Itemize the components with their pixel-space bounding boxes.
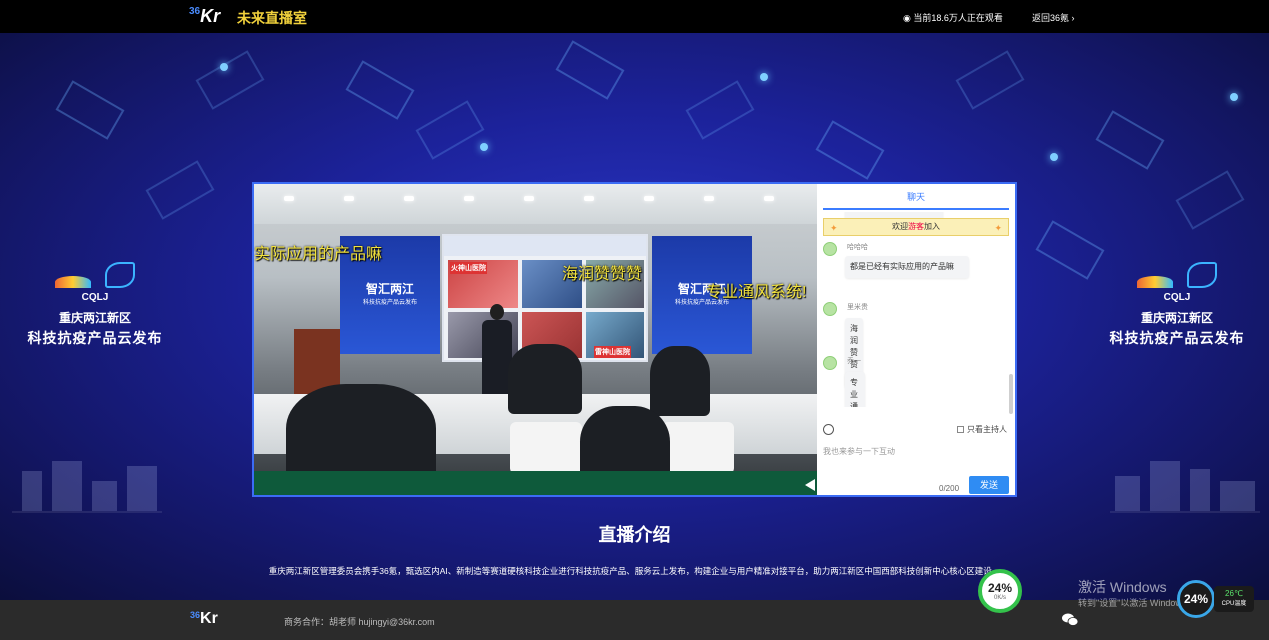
hexagon-decoration <box>195 50 265 110</box>
collapse-arrow-icon[interactable] <box>805 479 815 491</box>
chair <box>510 422 582 474</box>
danmaku-comment: 海润赞赞赞 <box>562 266 643 283</box>
district-title: 重庆两江新区 <box>1140 311 1213 325</box>
36kr-logo[interactable]: 36Kr <box>190 610 218 628</box>
celebration-icon: ✦ <box>994 223 1002 233</box>
glow-dot <box>1050 153 1058 161</box>
carpet <box>254 471 817 495</box>
glow-dot <box>760 73 768 81</box>
36kr-logo[interactable]: 36Kr <box>189 6 220 27</box>
glow-dot <box>1230 93 1238 101</box>
emoji-icon[interactable] <box>823 424 834 435</box>
hexagon-decoration <box>415 100 485 160</box>
checkbox-icon <box>957 426 964 433</box>
hexagon-decoration <box>55 80 125 140</box>
viewer-count: ◉ 当前18.6万人正在观看 <box>903 13 1003 23</box>
avatar <box>823 242 837 256</box>
celebration-icon: ✦ <box>830 223 838 233</box>
hexagon-decoration <box>555 40 625 100</box>
video-stream[interactable]: 智汇两江 科技抗疫产品云发布 火神山医院 雷神山医院 智汇两江 科技抗疫产品云发布 … <box>254 184 817 495</box>
chat-panel: 聊天 哈哈哈 都是已经有实际应用的产品嘛 里米贵 海润赞赞赞 乔一 专业通风系统… <box>817 184 1015 495</box>
danmaku-comment: 实际应用的产品嘛 <box>254 246 383 263</box>
ceiling <box>254 184 817 224</box>
hexagon-decoration <box>955 50 1025 110</box>
district-title: 重庆两江新区 <box>58 311 131 325</box>
cqlj-logo <box>1092 248 1262 288</box>
back-to-36kr-link[interactable]: 返回36氪 › <box>1032 11 1075 24</box>
intro-body: 重庆两江新区管理委员会携手36氪，甄选区内AI、新制造等赛道硬核科技企业进行科技… <box>268 566 1001 576</box>
business-cooperation: 商务合作：胡老师 hujingyi@36kr.com <box>284 617 435 627</box>
eye-icon: ◉ <box>903 13 914 23</box>
stage-screen-center: 火神山医院 雷神山医院 <box>442 234 648 362</box>
hexagon-decoration <box>1095 110 1165 170</box>
avatar <box>823 302 837 316</box>
glow-dot <box>220 63 228 71</box>
skyline-decoration <box>1110 453 1260 513</box>
char-counter: 0/200 <box>939 484 960 493</box>
cqlj-text: CQLJ <box>81 292 109 303</box>
glow-dot <box>480 143 488 151</box>
chair <box>662 422 734 474</box>
chat-input[interactable]: 我也来参与一下互动 <box>823 446 895 457</box>
skyline-decoration <box>12 453 162 513</box>
tab-chat[interactable]: 聊天 <box>823 188 1009 210</box>
cpu-monitor-widget[interactable]: 24% <box>1177 580 1215 618</box>
hexagon-decoration <box>1175 170 1245 230</box>
intro-title: 直播介绍 <box>598 525 671 545</box>
cqlj-text: CQLJ <box>1163 292 1191 303</box>
top-bar: 36Kr 未来直播室 ◉ 当前18.6万人正在观看 返回36氪 › <box>0 0 1269 33</box>
hexagon-decoration <box>345 60 415 120</box>
chat-message-list[interactable]: 哈哈哈 都是已经有实际应用的产品嘛 里米贵 海润赞赞赞 乔一 专业通风系统! <box>817 212 1015 407</box>
brand-right: CQLJ 重庆两江新区 科技抗疫产品云发布 <box>1092 248 1262 348</box>
send-button[interactable]: 发送 <box>969 476 1009 494</box>
welcome-banner: ✦ 欢迎游客加入 ✦ <box>823 218 1009 236</box>
cpu-temp-widget: 26℃ CPU温度 <box>1214 586 1254 612</box>
audience-member <box>650 346 710 416</box>
chevron-right-icon: › <box>1071 13 1075 23</box>
chat-scrollbar[interactable] <box>1009 374 1013 414</box>
cqlj-logo <box>10 248 180 288</box>
network-monitor-widget[interactable]: 24% 0K/s <box>978 569 1022 613</box>
hexagon-decoration <box>685 80 755 140</box>
host-only-checkbox[interactable]: 只看主持人 <box>957 424 1007 435</box>
hexagon-decoration <box>815 120 885 180</box>
release-title: 科技抗疫产品云发布 <box>1109 330 1245 346</box>
hexagon-decoration <box>145 160 215 220</box>
live-room-title: 未来直播室 <box>237 10 307 26</box>
wechat-icon[interactable] <box>1062 613 1078 626</box>
brand-left: CQLJ 重庆两江新区 科技抗疫产品云发布 <box>10 248 180 348</box>
release-title: 科技抗疫产品云发布 <box>27 330 163 346</box>
avatar <box>823 356 837 370</box>
danmaku-comment: 专业通风系统! <box>706 284 807 301</box>
audience-member <box>508 344 582 414</box>
windows-activation-title: 激活 Windows <box>1078 579 1167 595</box>
live-player: 智汇两江 科技抗疫产品云发布 火神山医院 雷神山医院 智汇两江 科技抗疫产品云发布 … <box>252 182 1017 497</box>
